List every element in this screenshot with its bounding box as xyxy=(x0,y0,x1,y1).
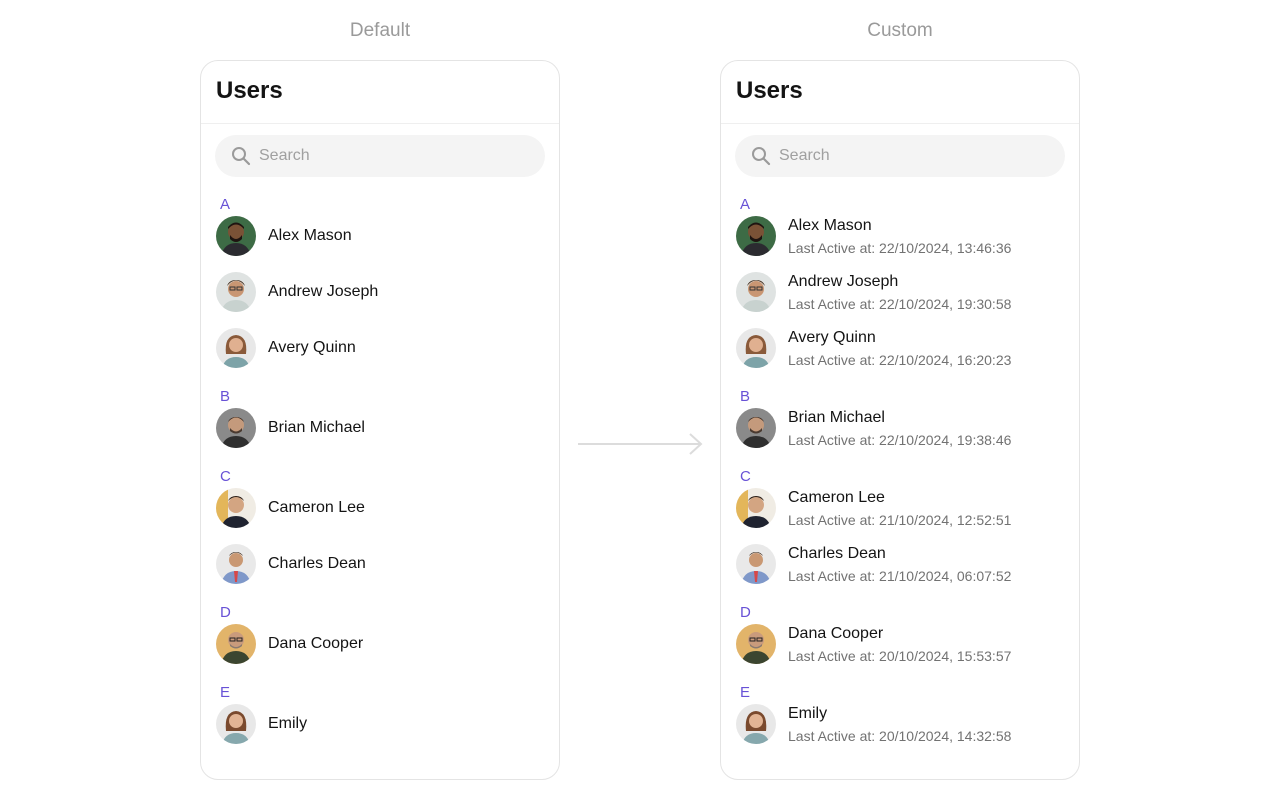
last-active-text: Last Active at: 22/10/2024, 13:46:36 xyxy=(788,239,1012,256)
user-row[interactable]: Dana Cooper Last Active at: 20/10/2024, 1… xyxy=(721,616,1079,672)
user-name: Andrew Joseph xyxy=(268,283,379,300)
section-header-a: A xyxy=(220,196,231,213)
avatar xyxy=(216,544,256,584)
arrow-right-icon xyxy=(578,433,703,455)
user-name: Dana Cooper xyxy=(788,624,884,642)
user-row[interactable]: Brian Michael Last Active at: 22/10/2024,… xyxy=(721,400,1079,456)
user-name: Brian Michael xyxy=(268,419,365,436)
last-active-text: Last Active at: 22/10/2024, 16:20:23 xyxy=(788,351,1012,368)
avatar xyxy=(216,704,256,744)
user-name: Cameron Lee xyxy=(788,488,885,506)
user-name: Avery Quinn xyxy=(788,328,876,346)
custom-column-label: Custom xyxy=(867,20,933,41)
section-header-e: E xyxy=(220,684,231,701)
user-row[interactable]: Cameron Lee Last Active at: 21/10/2024, 1… xyxy=(721,480,1079,536)
last-active-text: Last Active at: 21/10/2024, 12:52:51 xyxy=(788,511,1012,528)
user-row[interactable]: Avery Quinn Last Active at: 22/10/2024, 1… xyxy=(721,320,1079,376)
search-input[interactable] xyxy=(259,147,519,165)
user-row[interactable]: Brian Michael xyxy=(201,400,559,456)
user-row[interactable]: Avery Quinn xyxy=(201,320,559,376)
last-active-text: Last Active at: 20/10/2024, 14:32:58 xyxy=(788,727,1012,744)
avatar xyxy=(736,216,776,256)
user-row[interactable]: Emily xyxy=(201,696,559,752)
user-row[interactable]: Emily Last Active at: 20/10/2024, 14:32:5… xyxy=(721,696,1079,752)
section-header-d: D xyxy=(740,604,751,621)
last-active-text: Last Active at: 22/10/2024, 19:30:58 xyxy=(788,295,1012,312)
avatar xyxy=(216,408,256,448)
user-name: Charles Dean xyxy=(268,555,366,572)
section-header-c: C xyxy=(220,468,231,485)
section-header-c: C xyxy=(740,468,751,485)
avatar xyxy=(736,704,776,744)
last-active-text: Last Active at: 20/10/2024, 15:53:57 xyxy=(788,647,1012,664)
section-header-a: A xyxy=(740,196,751,213)
user-row[interactable]: Dana Cooper xyxy=(201,616,559,672)
user-row[interactable]: Alex Mason xyxy=(201,208,559,264)
avatar xyxy=(216,328,256,368)
user-name: Avery Quinn xyxy=(268,339,356,356)
user-row[interactable]: Cameron Lee xyxy=(201,480,559,536)
search-bar[interactable] xyxy=(735,135,1065,177)
search-icon xyxy=(752,147,771,166)
user-name: Alex Mason xyxy=(268,227,352,244)
default-column-label: Default xyxy=(349,20,411,41)
user-name: Dana Cooper xyxy=(268,635,364,652)
avatar xyxy=(736,272,776,312)
avatar xyxy=(736,328,776,368)
section-header-b: B xyxy=(220,388,231,405)
last-active-text: Last Active at: 21/10/2024, 06:07:52 xyxy=(788,567,1012,584)
user-name: Charles Dean xyxy=(788,544,886,562)
avatar xyxy=(216,272,256,312)
avatar xyxy=(736,544,776,584)
search-bar[interactable] xyxy=(215,135,545,177)
user-row[interactable]: Charles Dean Last Active at: 21/10/2024, … xyxy=(721,536,1079,592)
user-name: Brian Michael xyxy=(788,408,885,426)
avatar xyxy=(736,408,776,448)
page-title: Users xyxy=(201,61,559,124)
user-row[interactable]: Charles Dean xyxy=(201,536,559,592)
avatar xyxy=(216,488,256,528)
search-icon xyxy=(232,147,251,166)
section-header-b: B xyxy=(740,388,751,405)
custom-users-panel: Users A Alex Mason Last Active at: 22/10/… xyxy=(720,60,1080,780)
default-users-panel: Users A Alex Mason Andrew Joseph Avery Q… xyxy=(200,60,560,780)
user-row[interactable]: Alex Mason Last Active at: 22/10/2024, 13… xyxy=(721,208,1079,264)
avatar xyxy=(736,488,776,528)
section-header-d: D xyxy=(220,604,231,621)
user-name: Andrew Joseph xyxy=(788,272,899,290)
avatar xyxy=(216,216,256,256)
section-header-e: E xyxy=(740,684,751,701)
user-row[interactable]: Andrew Joseph Last Active at: 22/10/2024,… xyxy=(721,264,1079,320)
search-input[interactable] xyxy=(779,147,1039,165)
user-name: Emily xyxy=(268,715,308,732)
avatar xyxy=(216,624,256,664)
user-list: A Alex Mason Last Active at: 22/10/2024, … xyxy=(721,177,1079,752)
last-active-text: Last Active at: 22/10/2024, 19:38:46 xyxy=(788,431,1012,448)
page-title: Users xyxy=(721,61,1079,124)
user-name: Alex Mason xyxy=(788,216,872,234)
avatar xyxy=(736,624,776,664)
user-name: Cameron Lee xyxy=(268,499,365,516)
user-name: Emily xyxy=(788,704,828,722)
user-list: A Alex Mason Andrew Joseph Avery Quinn B… xyxy=(201,177,559,752)
user-row[interactable]: Andrew Joseph xyxy=(201,264,559,320)
